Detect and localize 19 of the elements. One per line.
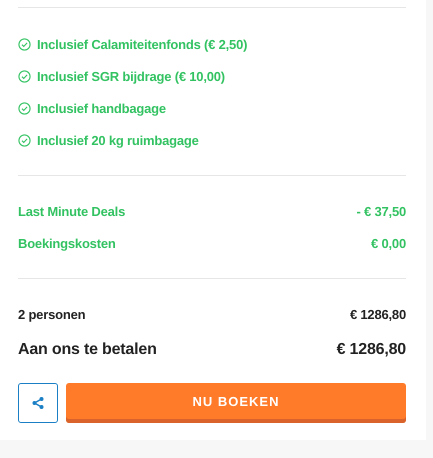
inclusion-label: Inclusief Calamiteitenfonds (€ 2,50) — [37, 36, 248, 52]
share-icon — [31, 396, 45, 410]
check-circle-icon — [18, 70, 31, 82]
inclusion-label: Inclusief 20 kg ruimbagage — [37, 132, 199, 148]
cost-amount: € 0,00 — [371, 236, 406, 250]
total-amount: € 1286,80 — [336, 341, 406, 359]
inclusion-label: Inclusief SGR bijdrage (€ 10,00) — [37, 68, 225, 84]
persons-amount: € 1286,80 — [350, 306, 406, 322]
persons-label: 2 personen — [18, 306, 86, 322]
cost-amount: - € 37,50 — [356, 204, 406, 218]
book-button[interactable]: NU BOEKEN — [66, 383, 406, 423]
total-label: Aan ons te betalen — [18, 341, 157, 359]
check-circle-icon — [18, 134, 31, 146]
check-circle-icon — [18, 38, 31, 50]
check-circle-icon — [18, 102, 31, 114]
share-button[interactable] — [18, 383, 58, 423]
cost-label: Last Minute Deals — [18, 204, 126, 218]
inclusion-label: Inclusief handbagage — [37, 100, 166, 116]
cost-label: Boekingskosten — [18, 236, 116, 250]
